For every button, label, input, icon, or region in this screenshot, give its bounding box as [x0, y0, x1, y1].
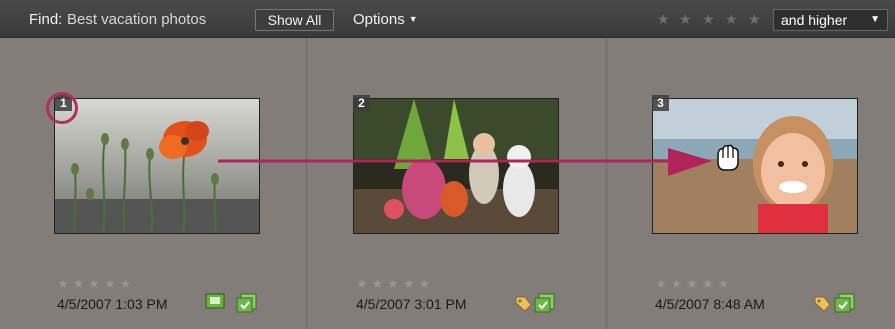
drag-arrow-overlay — [218, 148, 712, 176]
drag-arrow-head — [668, 148, 712, 176]
grab-hand-icon — [712, 142, 744, 179]
